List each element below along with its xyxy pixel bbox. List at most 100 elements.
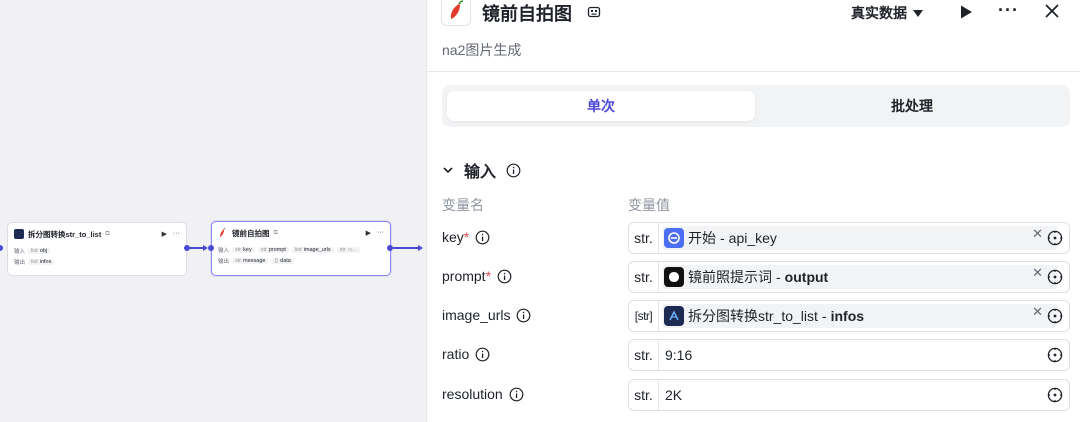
param-label: ratio [442,346,470,362]
column-header-value: 变量值 [628,197,670,213]
section-title: 输入 [464,164,497,181]
reference-variable: api_key [728,230,777,246]
param-field[interactable]: str. 2K [628,379,1070,411]
variable-picker-icon[interactable] [1047,230,1063,246]
llm-icon [664,267,684,287]
variable-picker-icon[interactable] [1047,387,1063,403]
node-badge-icon: ⧉ [105,230,110,237]
variable-reference[interactable]: 开始 - api_key [662,226,1058,250]
clear-icon[interactable]: ✕ [1032,265,1043,281]
node-more-icon[interactable]: ··· [377,229,384,237]
run-mode-tabs: 单次 批处理 [442,85,1070,127]
data-mode-select[interactable]: 真实数据 [851,3,923,23]
caret-down-icon [913,9,923,17]
node-more-icon[interactable]: ··· [173,230,180,238]
node-output-pill: str message [232,257,269,264]
reference-source: 开始 [688,230,716,246]
param-row-prompt: prompt * str. 镜前照提示词 - output ✕ [427,261,1080,293]
node-input-label: 输入 [14,248,26,255]
chevron-down-icon[interactable] [442,164,454,176]
reference-variable: output [784,269,829,285]
node-run-icon[interactable]: ▶ [162,230,167,238]
clear-icon[interactable]: ✕ [1032,226,1043,242]
reference-separator: - [776,269,781,285]
param-row-key: key * str. 开始 - api_key ✕ [427,222,1080,254]
variable-reference[interactable]: 镜前照提示词 - output [662,265,1058,289]
param-label: prompt [442,268,486,284]
more-icon[interactable]: ··· [998,0,1019,21]
param-value-input[interactable]: 9:16 [665,347,692,363]
variable-picker-icon[interactable] [1047,269,1063,285]
node-title: 拆分图转换str_to_list [28,229,102,239]
node-input-pill: list image_urls [291,246,334,253]
variable-picker-icon[interactable] [1047,308,1063,324]
node-debug-panel: 镜前自拍图 na2图片生成 真实数据 ··· 单次 批处理 输入 变量名 变量值… [426,0,1080,422]
node-input-pill: str ra... [336,246,361,253]
required-mark: * [463,229,470,245]
info-icon[interactable] [475,230,490,245]
reference-source: 镜前照提示词 [688,269,772,285]
clear-icon[interactable]: ✕ [1032,304,1043,320]
type-tag: str. [629,340,659,370]
param-field[interactable]: str. 镜前照提示词 - output ✕ [628,261,1070,293]
type-tag: str. [629,223,659,253]
input-section-header[interactable]: 输入 [442,158,521,182]
reference-source: 拆分图转换str_to_list [688,308,818,324]
node-str-to-list[interactable]: 拆分图转换str_to_list ⧉ ▶ ··· 输入 list obj 输出 l… [7,222,187,276]
node-badge-icon: ⧉ [273,229,278,236]
node-input-pill: list obj [28,247,51,254]
reference-separator: - [821,308,827,324]
param-field[interactable]: str. 9:16 [628,339,1070,371]
tab-batch[interactable]: 批处理 [760,91,1064,121]
variable-reference[interactable]: 拆分图转换str_to_list - infos [662,304,1058,328]
panel-subtitle: na2图片生成 [442,42,522,58]
node-input-label: 输入 [218,247,230,254]
param-row-ratio: ratio str. 9:16 [427,339,1080,371]
code-node-icon [14,229,24,239]
node-title: 镜前自拍图 [232,228,270,238]
param-label: resolution [442,386,503,402]
edge-line [190,247,204,249]
node-output-label: 输出 [14,259,26,266]
info-icon[interactable] [506,163,521,178]
node-output-label: 输出 [218,258,230,265]
reference-separator: - [720,230,725,246]
param-label: key [442,229,464,245]
edge-arrow [418,245,423,251]
chili-app-icon [441,0,471,26]
param-row-resolution: resolution str. 2K [427,379,1080,411]
info-icon[interactable] [497,269,512,284]
type-tag: str. [629,380,659,410]
reference-variable: infos [830,308,865,324]
param-field[interactable]: [str] 拆分图转换str_to_list - infos ✕ [628,300,1070,332]
node-input-pill: str prompt [257,246,289,253]
info-icon[interactable] [516,308,531,323]
param-row-image-urls: image_urls [str] 拆分图转换str_to_list - info… [427,300,1080,332]
edge-line [393,247,418,249]
workflow-canvas[interactable]: 拆分图转换str_to_list ⧉ ▶ ··· 输入 list obj 输出 l… [0,0,426,422]
info-icon[interactable] [475,347,490,362]
param-field[interactable]: str. 开始 - api_key ✕ [628,222,1070,254]
close-icon[interactable] [1043,2,1061,20]
node-mirror-selfie[interactable]: 镜前自拍图 ⧉ ▶ ··· 输入 str key str prompt list im… [211,221,391,276]
variable-picker-icon[interactable] [1047,347,1063,363]
node-output-pill: {} data [271,257,294,264]
param-value-input[interactable]: 2K [665,387,682,403]
run-icon[interactable] [958,4,974,20]
type-tag: [str] [629,301,659,331]
info-icon[interactable] [509,387,524,402]
chili-node-icon [218,227,228,238]
template-badge-icon [587,6,601,18]
data-mode-label: 真实数据 [851,5,907,21]
code-icon [664,306,684,326]
required-mark: * [485,268,492,284]
tab-single[interactable]: 单次 [447,91,755,121]
node-input-pill: str key [232,246,255,253]
column-header-name: 变量名 [442,197,484,213]
node-run-icon[interactable]: ▶ [366,229,371,237]
start-icon [664,228,684,248]
node2-input-port[interactable] [208,245,214,251]
panel-title: 镜前自拍图 [482,4,572,24]
node-output-pill: list infos [28,258,55,265]
incoming-port[interactable] [0,245,3,251]
